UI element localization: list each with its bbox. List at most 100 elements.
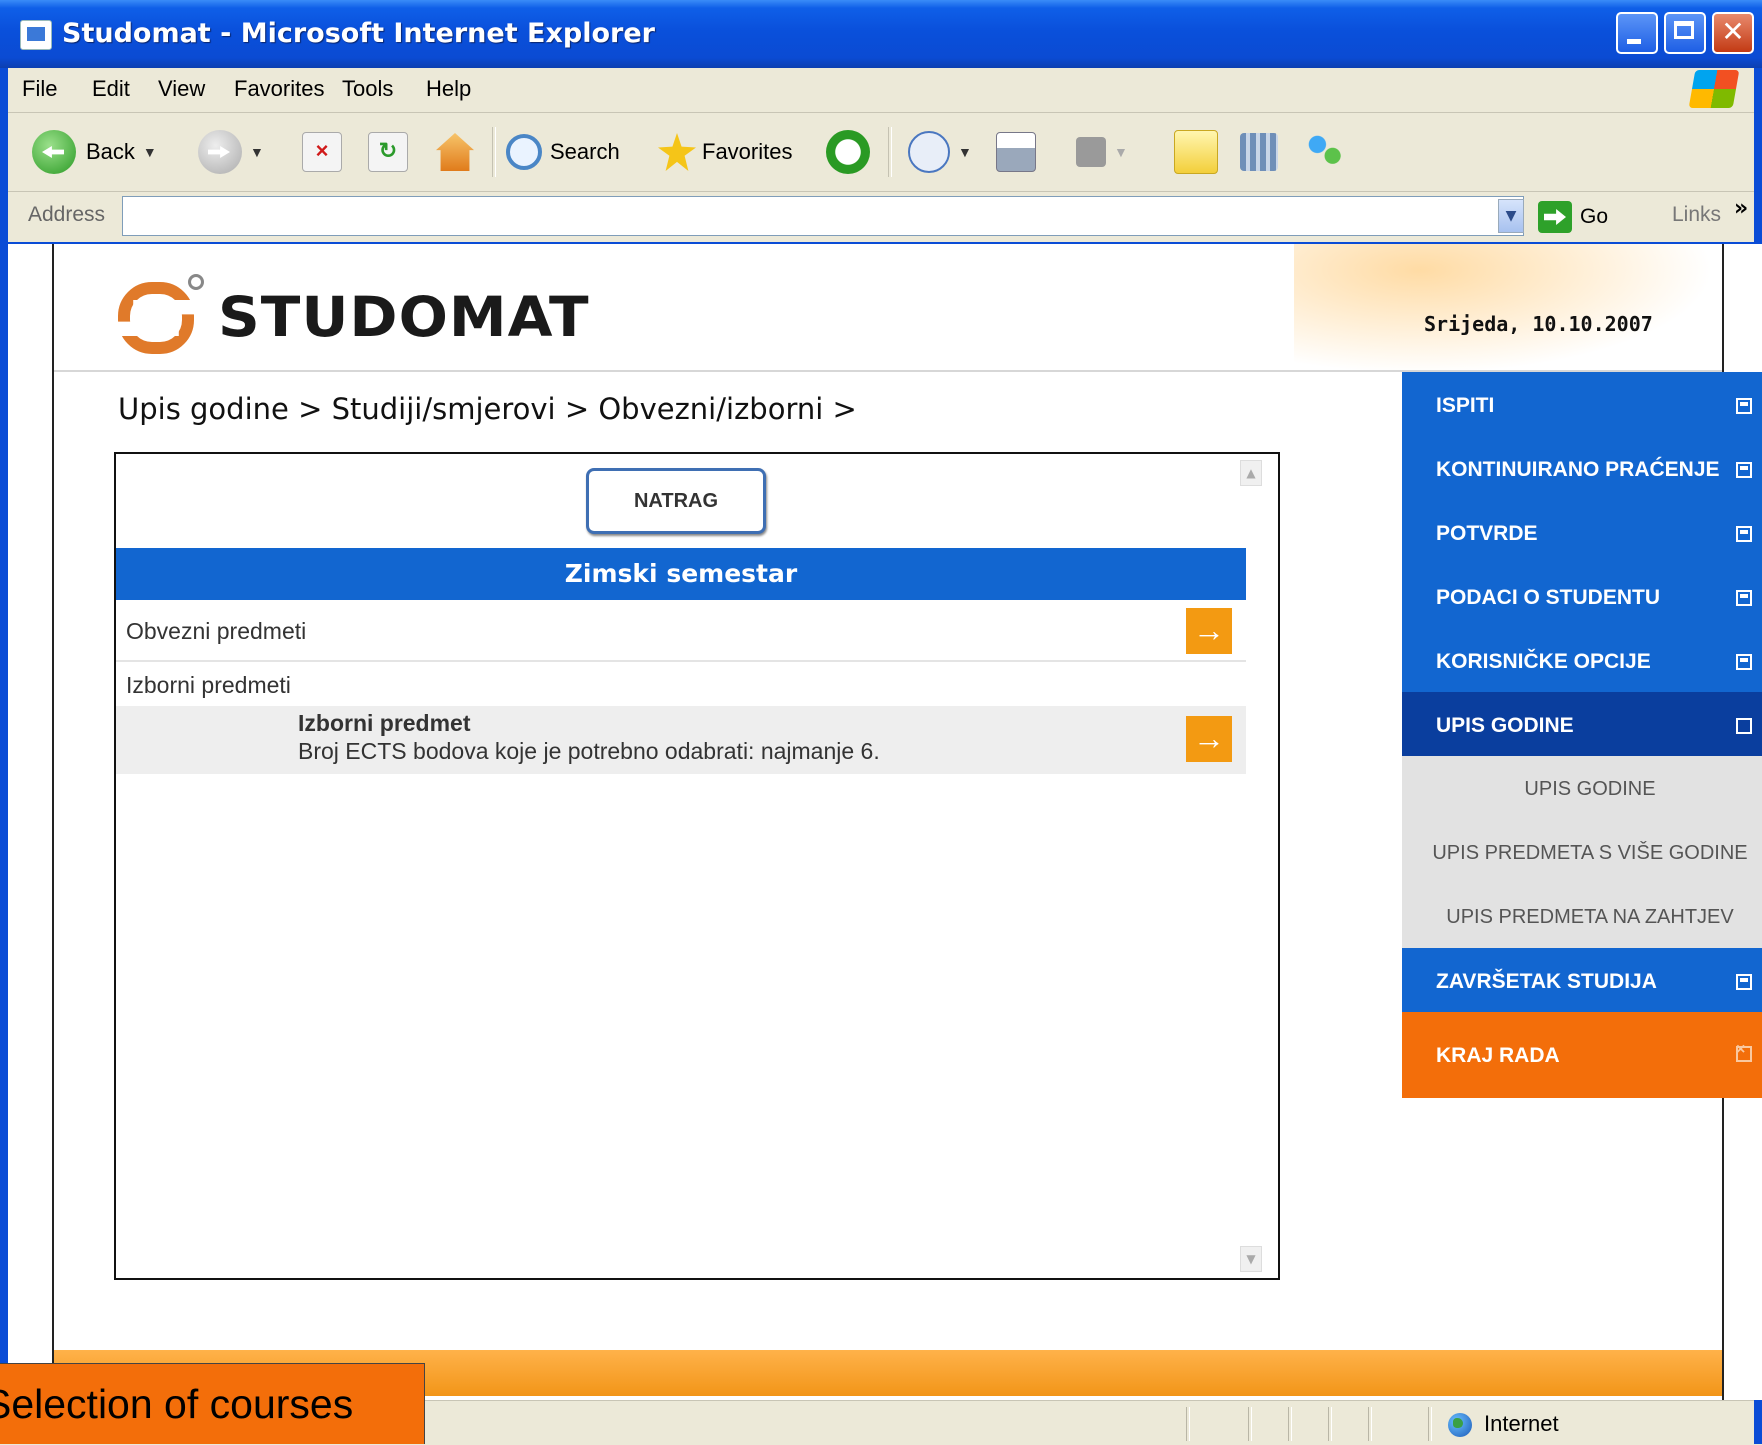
mail-button[interactable]: ▼ [908,127,972,177]
search-button[interactable]: Search [506,127,620,177]
expand-icon [1736,526,1752,542]
discuss-button[interactable] [1174,127,1218,177]
toolbar: Back ▼ ▼ × ↻ Search Favorites ▼ ▼ [8,113,1754,192]
sidebar-item-potvrde[interactable]: POTVRDE [1402,500,1762,568]
collapse-icon [1736,718,1752,734]
expand-icon [1736,462,1752,478]
list-item: Obvezni predmeti [116,604,1246,662]
menu-edit[interactable]: Edit [92,76,130,102]
page-viewport: STUDOMAT Srijeda, 10.10.2007 Upis godine… [8,244,1762,1400]
sidebar-item-ispiti[interactable]: ISPITI [1402,372,1762,440]
note-icon [1174,130,1218,174]
izborni-predmet-title: Izborni predmet [298,710,471,736]
menu-file[interactable]: File [22,76,57,102]
address-input[interactable] [122,196,1524,236]
sidebar-item-zavrsetak-studija[interactable]: ZAVRŠETAK STUDIJA [1402,948,1762,1016]
logout-icon [1736,1041,1752,1062]
internet-zone-icon [1448,1413,1472,1437]
history-button[interactable] [826,127,870,177]
studomat-logo[interactable]: STUDOMAT [114,272,590,362]
history-icon [826,130,870,174]
sidebar-item-upis-godine[interactable]: UPIS GODINE [1402,692,1762,760]
content-frame: ▲ ▼ NATRAG Zimski semestar Obvezni predm… [114,452,1280,1280]
obvezni-predmeti-label: Obvezni predmeti [126,618,307,644]
windows-logo-icon [1688,70,1740,108]
sidebar-subitem-upis-godine[interactable]: UPIS GODINE [1402,756,1762,824]
izborni-arrow-button[interactable] [1186,716,1232,762]
expand-icon [1736,398,1752,414]
refresh-icon: ↻ [368,132,408,172]
refresh-button[interactable]: ↻ [368,127,408,177]
favorites-button[interactable]: Favorites [658,127,792,177]
address-label: Address [28,203,106,226]
obvezni-arrow-button[interactable] [1186,608,1232,654]
stop-icon: × [302,132,342,172]
messenger-button[interactable] [1306,127,1344,177]
menu-favorites[interactable]: Favorites [234,76,324,102]
sidebar-subitem-upis-predmeta-s-vise-godine[interactable]: UPIS PREDMETA S VIŠE GODINE [1402,820,1762,888]
toolbar-separator [888,127,892,177]
address-bar: Address ▼ Go Links » [8,192,1754,242]
chevron-down-icon[interactable]: ▼ [143,144,157,160]
research-icon [1240,133,1278,171]
links-label[interactable]: Links [1672,203,1721,227]
logo-text: STUDOMAT [218,284,590,350]
browser-window: Studomat - Microsoft Internet Explorer ✕… [0,0,1762,1445]
back-arrow-icon [32,130,76,174]
chevron-down-icon[interactable]: ▼ [958,144,972,160]
menu-bar: File Edit View Favorites Tools Help [8,68,1754,113]
go-button[interactable]: Go [1538,198,1608,236]
close-button[interactable]: ✕ [1712,12,1754,54]
print-button[interactable] [996,127,1036,177]
edit-button[interactable]: ▼ [1076,127,1128,177]
search-icon [506,134,542,170]
slide-caption: Selection of courses [0,1363,425,1444]
toolbar-separator [492,127,496,177]
menu-tools[interactable]: Tools [342,76,393,102]
research-button[interactable] [1240,127,1278,177]
natrag-button[interactable]: NATRAG [586,468,766,534]
back-label: Back [86,139,135,164]
sidebar-item-kontinuirano-pracenje[interactable]: KONTINUIRANO PRAĆENJE [1402,436,1762,504]
title-bar[interactable]: Studomat - Microsoft Internet Explorer ✕ [0,0,1762,68]
stop-button[interactable]: × [302,127,342,177]
go-arrow-icon [1538,201,1572,233]
menu-view[interactable]: View [158,76,205,102]
sidebar-item-korisnicke-opcije[interactable]: KORISNIČKE OPCIJE [1402,628,1762,696]
chevron-down-icon[interactable]: ▼ [250,144,264,160]
sidebar-item-podaci-o-studentu[interactable]: PODACI O STUDENTU [1402,564,1762,632]
logo-s-icon [114,272,204,362]
window-title: Studomat - Microsoft Internet Explorer [62,18,655,49]
security-zone-label: Internet [1484,1411,1559,1436]
list-item: Izborni predmet Broj ECTS bodova koje je… [116,706,1246,774]
sidebar-item-kraj-rada[interactable]: KRAJ RADA [1402,1012,1762,1098]
back-button[interactable]: Back ▼ [32,127,157,177]
studomat-page: STUDOMAT Srijeda, 10.10.2007 Upis godine… [52,244,1762,1400]
current-date: Srijeda, 10.10.2007 [1424,312,1653,336]
breadcrumb: Upis godine > Studiji/smjerovi > Obvezni… [118,392,857,426]
izborni-predmeti-label: Izborni predmeti [126,672,291,698]
scroll-up-button[interactable]: ▲ [1240,460,1262,486]
address-dropdown-button[interactable]: ▼ [1498,199,1524,233]
links-chevron-icon[interactable]: » [1734,196,1748,221]
home-icon [436,133,474,171]
caption-text: Selection of courses [0,1381,354,1427]
expand-icon [1736,654,1752,670]
home-button[interactable] [436,127,474,177]
forward-arrow-icon [198,130,242,174]
star-icon [658,133,696,171]
ects-requirement-text: Broj ECTS bodova koje je potrebno odabra… [298,738,880,764]
go-label: Go [1580,205,1609,228]
header-glow [1294,244,1714,374]
sidebar-subitem-upis-predmeta-na-zahtjev[interactable]: UPIS PREDMETA NA ZAHTJEV [1402,884,1762,952]
menu-help[interactable]: Help [426,76,471,102]
minimize-button[interactable] [1616,12,1658,54]
maximize-button[interactable] [1664,12,1706,54]
scroll-down-button[interactable]: ▼ [1240,1246,1262,1272]
mail-icon [908,131,950,173]
printer-icon [996,132,1036,172]
semester-header: Zimski semestar [116,548,1246,600]
forward-button[interactable]: ▼ [198,127,264,177]
favorites-label: Favorites [702,139,793,164]
ie-app-icon [20,20,52,50]
